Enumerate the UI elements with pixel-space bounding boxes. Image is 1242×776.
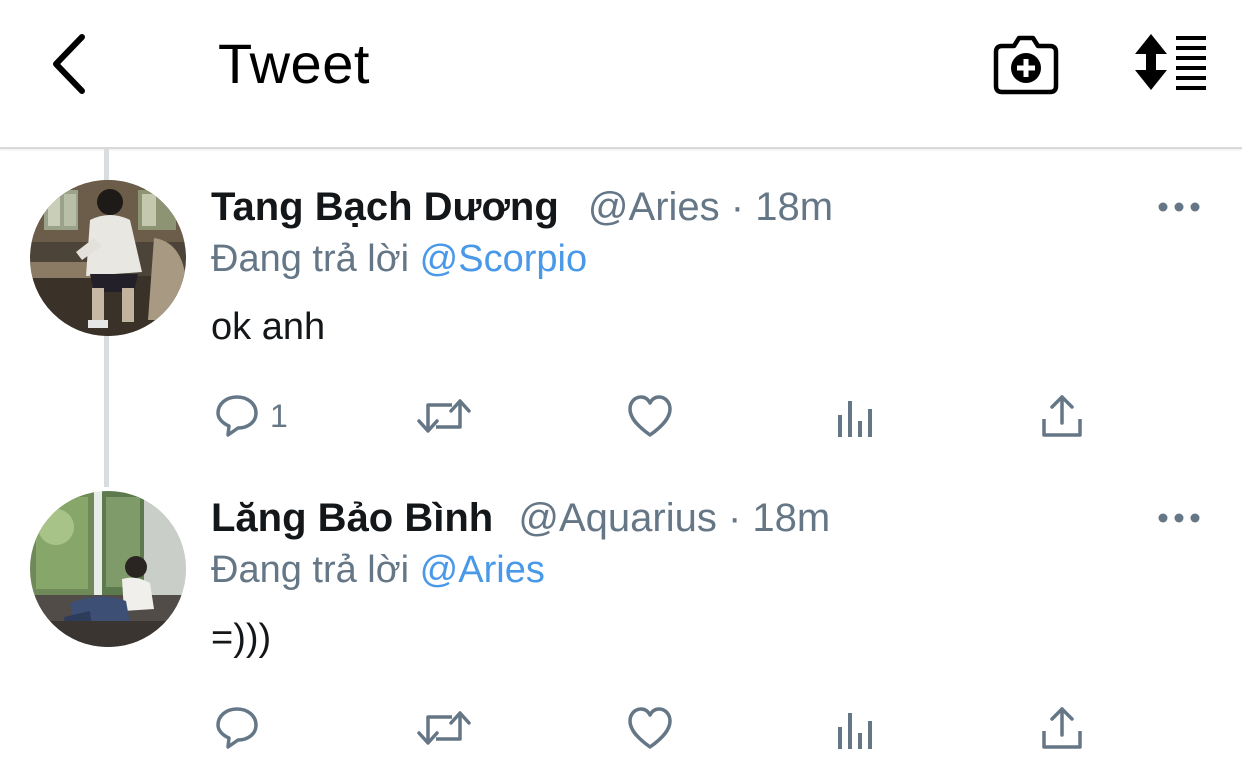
sort-list-icon — [1135, 34, 1206, 90]
display-name[interactable]: Lăng Bảo Bình — [211, 496, 493, 540]
user-handle: @Aries — [587, 185, 720, 229]
retweet-icon — [417, 711, 471, 745]
reply-button[interactable]: 1 — [214, 386, 288, 446]
reply-bubble-icon — [216, 395, 258, 437]
tweet-header: Lăng Bảo Bình @Aquarius · 18m — [211, 492, 830, 544]
reply-mention-link[interactable]: @Scorpio — [420, 238, 587, 280]
tweet-actions-bar: 1 — [0, 386, 1242, 446]
camera-add-icon — [993, 35, 1059, 95]
share-upload-icon — [1042, 395, 1082, 437]
user-handle: @Aquarius — [518, 496, 717, 540]
replying-to-line: Đang trả lời @Scorpio — [211, 234, 587, 284]
analytics-bars-icon — [838, 713, 872, 749]
camera-button[interactable] — [992, 30, 1060, 96]
top-navigation-bar: Tweet — [0, 0, 1242, 149]
retweet-button[interactable] — [416, 386, 472, 446]
avatar-photo — [30, 180, 186, 336]
chevron-left-icon — [53, 34, 85, 94]
more-horizontal-icon — [1158, 202, 1200, 212]
tweet-text: ok anh — [211, 306, 326, 348]
share-upload-icon — [1042, 707, 1082, 749]
avatar[interactable] — [30, 491, 186, 647]
tweet-header: Tang Bạch Dương @Aries · 18m — [211, 181, 833, 233]
reply-bubble-icon — [216, 707, 258, 749]
display-name[interactable]: Tang Bạch Dương — [211, 185, 559, 229]
heart-icon — [628, 395, 672, 437]
back-button[interactable] — [36, 30, 100, 98]
retweet-button[interactable] — [416, 698, 472, 758]
retweet-icon — [417, 399, 471, 433]
analytics-button[interactable] — [836, 386, 876, 446]
sort-replies-button[interactable] — [1130, 32, 1210, 92]
more-horizontal-icon — [1158, 513, 1200, 523]
replying-to-label: Đang trả lời — [211, 238, 410, 280]
page-title: Tweet — [218, 32, 370, 95]
more-options-button[interactable] — [1156, 508, 1202, 528]
avatar-photo — [30, 491, 186, 647]
like-button[interactable] — [626, 698, 674, 758]
separator-dot: · — [727, 496, 753, 540]
tweet-text: =))) — [211, 617, 272, 659]
share-button[interactable] — [1040, 698, 1084, 758]
replying-to-line: Đang trả lời @Aries — [211, 545, 545, 595]
analytics-button[interactable] — [836, 698, 876, 758]
separator-dot: · — [730, 185, 756, 229]
replying-to-label: Đang trả lời — [211, 549, 410, 591]
analytics-bars-icon — [838, 401, 872, 437]
reply-count: 1 — [270, 397, 288, 434]
share-button[interactable] — [1040, 386, 1084, 446]
timestamp: 18m — [755, 185, 834, 229]
timestamp: 18m — [752, 496, 831, 540]
reply-mention-link[interactable]: @Aries — [420, 549, 545, 591]
avatar[interactable] — [30, 180, 186, 336]
tweet-actions-bar — [0, 698, 1242, 758]
reply-button[interactable] — [214, 698, 270, 758]
more-options-button[interactable] — [1156, 197, 1202, 217]
like-button[interactable] — [626, 386, 674, 446]
heart-icon — [628, 707, 672, 749]
